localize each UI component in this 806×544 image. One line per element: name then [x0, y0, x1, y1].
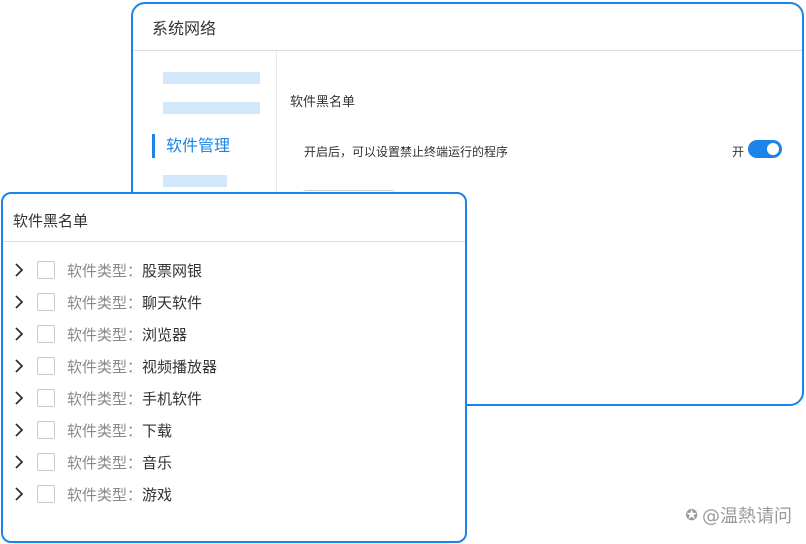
toggle-state-label: 开: [731, 145, 744, 159]
software-type-label: 软件类型：: [67, 325, 143, 344]
row-checkbox[interactable]: [37, 389, 55, 407]
software-type-label: 软件类型：: [67, 421, 143, 440]
row-checkbox[interactable]: [37, 325, 55, 343]
tree-row[interactable]: 软件类型： 手机软件: [3, 382, 465, 414]
row-checkbox[interactable]: [37, 261, 55, 279]
dialog-title: 软件黑名单: [3, 194, 465, 242]
software-type-label: 软件类型：: [67, 453, 143, 472]
chevron-right-icon[interactable]: [14, 423, 24, 437]
tree-row[interactable]: 软件类型： 股票网银: [3, 254, 465, 286]
software-type-value: 下载: [142, 421, 173, 440]
blacklist-toggle[interactable]: [748, 140, 782, 158]
software-type-value: 聊天软件: [142, 293, 203, 312]
tree-row[interactable]: 软件类型： 音乐: [3, 446, 465, 478]
software-type-value: 浏览器: [142, 325, 188, 344]
watermark: ✪ @温熱请问: [685, 502, 792, 528]
tree-row[interactable]: 软件类型： 聊天软件: [3, 286, 465, 318]
chevron-right-icon[interactable]: [14, 295, 24, 309]
software-type-value: 音乐: [142, 453, 173, 472]
row-checkbox[interactable]: [37, 421, 55, 439]
software-type-label: 软件类型：: [67, 485, 143, 504]
software-type-value: 手机软件: [142, 389, 203, 408]
chevron-right-icon[interactable]: [14, 263, 24, 277]
software-type-value: 股票网银: [142, 261, 203, 280]
chevron-right-icon[interactable]: [14, 391, 24, 405]
software-type-value: 游戏: [142, 485, 173, 504]
software-blacklist-dialog: 软件黑名单 软件类型： 股票网银 软件类型： 聊天软件 软件类型： 浏览器 软件类型： 视频播…: [1, 192, 467, 543]
row-checkbox[interactable]: [37, 453, 55, 471]
chevron-right-icon[interactable]: [14, 455, 24, 469]
chevron-right-icon[interactable]: [14, 327, 24, 341]
software-type-label: 软件类型：: [67, 261, 143, 280]
software-type-value: 视频播放器: [142, 357, 218, 376]
row-checkbox[interactable]: [37, 357, 55, 375]
watermark-text: @温熱请问: [702, 506, 792, 527]
section-title: 软件黑名单: [290, 95, 356, 110]
software-type-label: 软件类型：: [67, 357, 143, 376]
chevron-right-icon[interactable]: [14, 359, 24, 373]
tree-row[interactable]: 软件类型： 视频播放器: [3, 350, 465, 382]
sidebar-item-placeholder[interactable]: [163, 102, 260, 114]
tree-row[interactable]: 软件类型： 下载: [3, 414, 465, 446]
tree-row[interactable]: 软件类型： 游戏: [3, 478, 465, 510]
watermark-logo-icon: ✪: [685, 506, 698, 524]
sidebar-item-placeholder[interactable]: [163, 72, 260, 84]
software-type-label: 软件类型：: [67, 389, 143, 408]
sidebar-item-placeholder[interactable]: [163, 175, 227, 187]
window-title: 系统网络: [133, 4, 802, 51]
row-checkbox[interactable]: [37, 293, 55, 311]
sidebar-item-software-management[interactable]: 软件管理: [152, 134, 230, 158]
software-type-label: 软件类型：: [67, 293, 143, 312]
software-type-tree: 软件类型： 股票网银 软件类型： 聊天软件 软件类型： 浏览器 软件类型： 视频播放器 软件类型…: [3, 254, 465, 510]
toggle-description: 开启后，可以设置禁止终端运行的程序: [304, 145, 509, 159]
chevron-right-icon[interactable]: [14, 487, 24, 501]
toggle-knob: [767, 143, 779, 155]
row-checkbox[interactable]: [37, 485, 55, 503]
tree-row[interactable]: 软件类型： 浏览器: [3, 318, 465, 350]
